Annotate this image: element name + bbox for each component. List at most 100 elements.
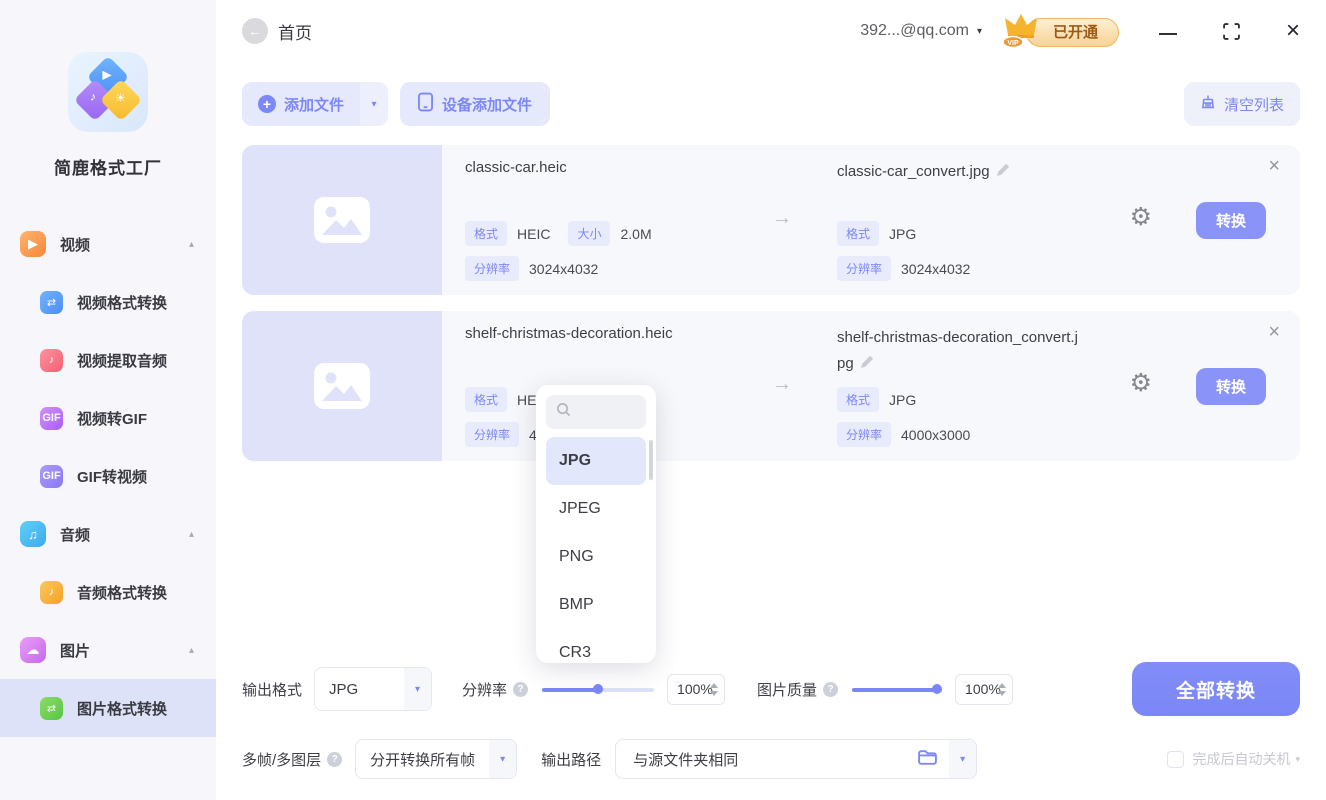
arrow-right-icon <box>772 373 792 396</box>
video-convert-icon: ⇄ <box>40 291 63 314</box>
add-file-caret-icon[interactable] <box>360 82 388 126</box>
app-title: 简鹿格式工厂 <box>54 154 162 179</box>
sidebar-item-label: 音频格式转换 <box>77 582 167 603</box>
format-search-input[interactable] <box>546 395 646 429</box>
device-add-button[interactable]: 设备添加文件 <box>400 82 550 126</box>
sidebar-item-video-convert[interactable]: ⇄ 视频格式转换 <box>0 273 216 331</box>
sidebar-item-extract-audio[interactable]: ♪ 视频提取音频 <box>0 331 216 389</box>
collapse-caret-icon[interactable] <box>189 239 194 250</box>
account-email[interactable]: 392...@qq.com <box>860 22 969 40</box>
dropdown-scrollbar[interactable] <box>649 440 653 480</box>
format-option-png[interactable]: PNG <box>546 533 646 581</box>
multiframe-select[interactable]: 分开转换所有帧 <box>355 739 517 779</box>
sidebar-menu: ▶ 视频 ⇄ 视频格式转换 ♪ 视频提取音频 GIF 视频转GIF GIF GI… <box>0 215 216 737</box>
quality-help-icon[interactable] <box>823 682 838 697</box>
quality-percent-stepper[interactable]: 100% <box>955 674 1013 705</box>
output-path-value: 与源文件夹相同 <box>633 749 738 770</box>
sidebar-item-image-convert[interactable]: ⇄ 图片格式转换 <box>0 679 216 737</box>
clear-list-label: 清空列表 <box>1224 94 1284 115</box>
page-title: 首页 <box>278 19 312 44</box>
clear-list-button[interactable]: 清空列表 <box>1184 82 1300 126</box>
chevron-down-icon <box>404 668 431 710</box>
account-caret-icon[interactable] <box>977 26 982 37</box>
resolution-badge: 分辨率 <box>465 256 519 281</box>
output-path-input[interactable]: 与源文件夹相同 <box>615 739 977 779</box>
sidebar-item-audio-convert[interactable]: ♪ 音频格式转换 <box>0 563 216 621</box>
maximize-button[interactable] <box>1223 23 1240 40</box>
output-format-select[interactable]: JPG <box>314 667 432 711</box>
resolution-slider[interactable] <box>542 684 654 694</box>
format-option-bmp[interactable]: BMP <box>546 581 646 629</box>
chevron-down-icon[interactable] <box>1295 754 1300 765</box>
resolution-percent-stepper[interactable]: 100% <box>667 674 725 705</box>
audio-convert-icon: ♪ <box>40 581 63 604</box>
convert-button[interactable]: 转换 <box>1196 202 1266 239</box>
topbar: 首页 392...@qq.com VIP 已开通 <box>216 0 1326 62</box>
collapse-caret-icon[interactable] <box>189 645 194 656</box>
sidebar-item-image[interactable]: ☁ 图片 <box>0 621 216 679</box>
app-logo-area: ▶ ♪ ☀ 简鹿格式工厂 <box>0 0 216 179</box>
slider-thumb[interactable] <box>932 684 942 694</box>
sidebar-item-video-to-gif[interactable]: GIF 视频转GIF <box>0 389 216 447</box>
sidebar-item-label: 图片格式转换 <box>77 698 167 719</box>
quality-slider[interactable] <box>852 684 942 694</box>
format-badge: 格式 <box>837 387 879 412</box>
main-area: 首页 392...@qq.com VIP 已开通 <box>216 0 1326 800</box>
resolution-value: 3024x4032 <box>529 261 598 277</box>
back-button[interactable] <box>242 18 268 44</box>
folder-icon[interactable] <box>917 749 938 770</box>
format-dropdown-panel: JPG JPEG PNG BMP CR3 <box>536 385 656 663</box>
shutdown-checkbox[interactable] <box>1167 751 1184 768</box>
format-option-cr3[interactable]: CR3 <box>546 629 646 663</box>
sidebar-item-label: 图片 <box>60 640 90 661</box>
remove-file-icon[interactable] <box>1268 155 1280 178</box>
vip-crown-icon: VIP <box>1000 11 1042 54</box>
chevron-down-icon <box>489 740 516 778</box>
stepper-arrows-icon[interactable] <box>710 675 718 704</box>
size-badge: 大小 <box>568 221 610 246</box>
sidebar-item-audio[interactable]: ♫ 音频 <box>0 505 216 563</box>
multiframe-value: 分开转换所有帧 <box>370 749 475 770</box>
resolution-percent-value: 100% <box>677 681 713 697</box>
arrow-right-icon <box>772 207 792 230</box>
remove-file-icon[interactable] <box>1268 321 1280 344</box>
convert-all-button[interactable]: 全部转换 <box>1132 662 1300 716</box>
minimize-button[interactable] <box>1159 33 1177 35</box>
video-icon: ▶ <box>20 231 46 257</box>
plus-icon <box>258 95 276 113</box>
bottom-panel: 输出格式 JPG 分辨率 100% 图片质量 <box>216 650 1326 800</box>
resolution-badge: 分辨率 <box>837 422 891 447</box>
source-resolution-row: 分辨率 3024x4032 <box>465 256 616 281</box>
quality-percent-value: 100% <box>965 681 1001 697</box>
resolution-badge: 分辨率 <box>837 256 891 281</box>
sidebar-item-label: GIF转视频 <box>77 466 147 487</box>
picture-icon <box>314 363 370 409</box>
multiframe-label: 多帧/多图层 <box>242 749 321 770</box>
toolbar: 添加文件 设备添加文件 清空列表 <box>216 62 1326 126</box>
picture-icon <box>314 197 370 243</box>
image-icon: ☁ <box>20 637 46 663</box>
multiframe-help-icon[interactable] <box>327 752 342 767</box>
slider-thumb[interactable] <box>593 684 603 694</box>
add-file-button[interactable]: 添加文件 <box>242 82 360 126</box>
settings-gear-icon[interactable] <box>1130 370 1152 395</box>
collapse-caret-icon[interactable] <box>189 529 194 540</box>
sidebar-item-video[interactable]: ▶ 视频 <box>0 215 216 273</box>
format-option-jpg[interactable]: JPG <box>546 437 646 485</box>
add-file-split-button: 添加文件 <box>242 82 388 126</box>
app-window: ▶ ♪ ☀ 简鹿格式工厂 ▶ 视频 ⇄ 视频格式转换 ♪ 视频提取音频 GIF <box>0 0 1326 800</box>
convert-button[interactable]: 转换 <box>1196 368 1266 405</box>
chevron-down-icon[interactable] <box>949 740 976 778</box>
sidebar-item-gif-to-video[interactable]: GIF GIF转视频 <box>0 447 216 505</box>
edit-name-icon[interactable] <box>996 160 1010 186</box>
settings-gear-icon[interactable] <box>1130 204 1152 229</box>
shutdown-after-finish-toggle[interactable]: 完成后自动关机 <box>1167 749 1300 769</box>
edit-name-icon[interactable] <box>860 352 874 378</box>
output-meta-row: 格式 JPG <box>837 221 934 246</box>
add-file-label: 添加文件 <box>284 94 344 115</box>
vip-badge[interactable]: VIP 已开通 <box>1026 21 1119 42</box>
close-button[interactable] <box>1286 19 1300 43</box>
stepper-arrows-icon[interactable] <box>998 675 1006 704</box>
resolution-help-icon[interactable] <box>513 682 528 697</box>
format-option-jpeg[interactable]: JPEG <box>546 485 646 533</box>
